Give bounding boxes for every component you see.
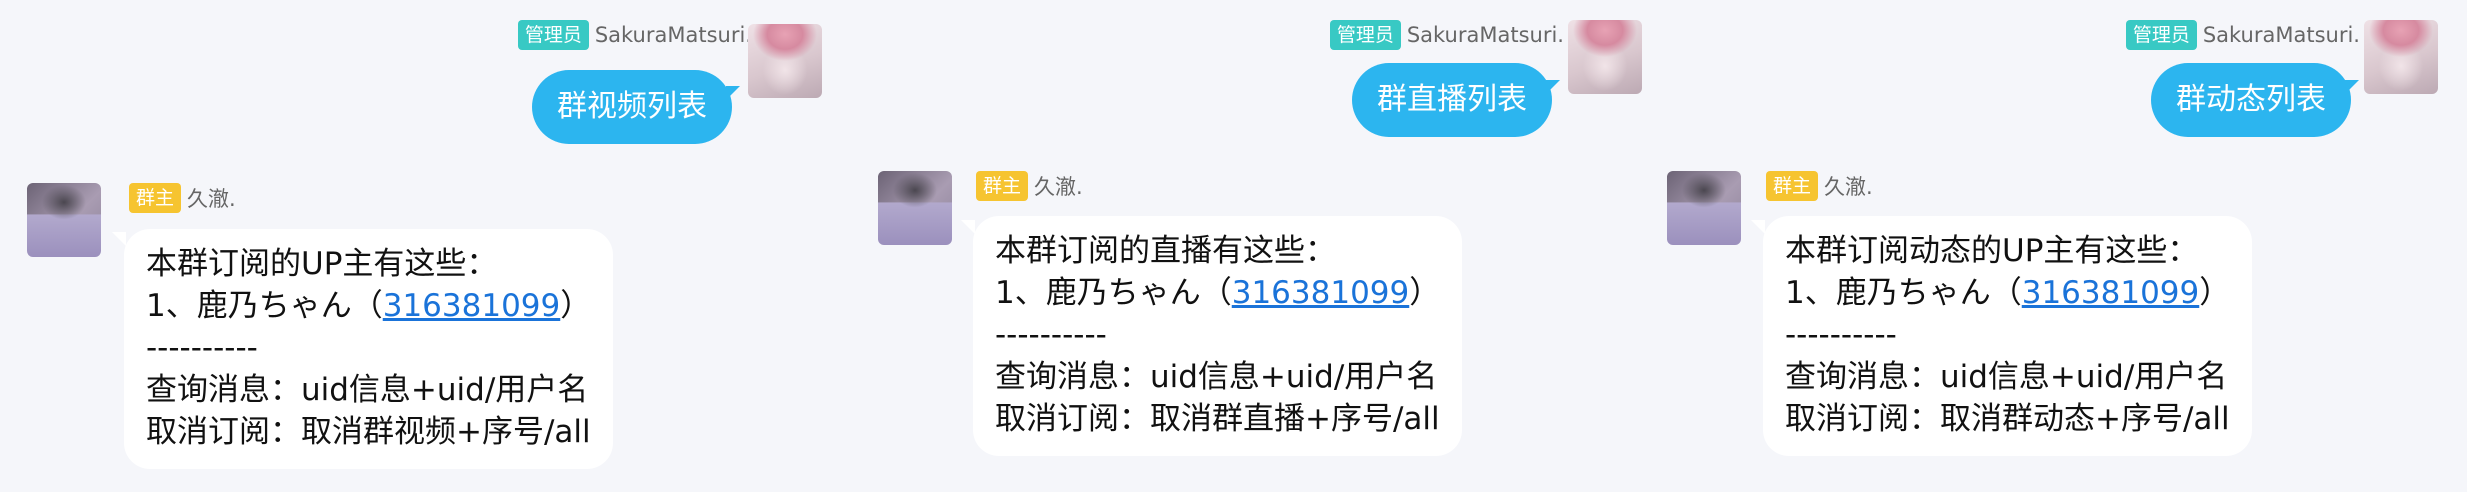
uid-link[interactable]: 316381099: [2022, 275, 2200, 311]
owner-avatar[interactable]: [27, 183, 101, 257]
message-header: 本群订阅的UP主有这些：: [146, 246, 498, 282]
sender-name[interactable]: 久澈.: [1034, 171, 1083, 201]
uid-link[interactable]: 316381099: [383, 288, 561, 324]
owner-badge: 群主: [129, 183, 182, 213]
divider-line: ----------: [1785, 317, 1897, 353]
admin-avatar[interactable]: [1568, 20, 1642, 94]
message-sender-owner: 群主 久澈.: [976, 171, 1083, 201]
admin-badge: 管理员: [1329, 20, 1401, 50]
admin-avatar[interactable]: [2364, 20, 2438, 94]
bubble-tail: [961, 220, 975, 234]
outgoing-message-bubble[interactable]: 群直播列表: [1352, 63, 1552, 137]
chat-panel-live: 管理员 SakuraMatsuri. 群直播列表 群主 久澈. 本群订阅的直播有…: [870, 0, 1670, 492]
incoming-message-bubble[interactable]: 本群订阅的直播有这些： 1、鹿乃ちゃん（316381099） ---------…: [973, 216, 1463, 456]
owner-avatar[interactable]: [878, 171, 952, 245]
subscription-item: 1、鹿乃ちゃん（316381099）: [995, 275, 1441, 311]
message-sender-owner: 群主 久澈.: [1766, 171, 1873, 201]
incoming-message-bubble[interactable]: 本群订阅的UP主有这些： 1、鹿乃ちゃん（316381099） --------…: [124, 229, 614, 469]
sender-name[interactable]: SakuraMatsuri.: [1407, 23, 1564, 47]
query-hint: 查询消息：uid信息+uid/用户名: [995, 359, 1438, 395]
sender-name[interactable]: 久澈.: [1824, 171, 1873, 201]
message-sender-admin: 管理员 SakuraMatsuri.: [2125, 20, 2360, 50]
owner-avatar[interactable]: [1667, 171, 1741, 245]
cancel-hint: 取消订阅：取消群视频+序号/all: [146, 414, 591, 450]
admin-badge: 管理员: [517, 20, 589, 50]
owner-badge: 群主: [1766, 171, 1819, 201]
incoming-message-bubble[interactable]: 本群订阅动态的UP主有这些： 1、鹿乃ちゃん（316381099） ------…: [1763, 216, 2253, 456]
subscription-item: 1、鹿乃ちゃん（316381099）: [146, 288, 592, 324]
cancel-hint: 取消订阅：取消群直播+序号/all: [995, 401, 1440, 437]
subscription-item: 1、鹿乃ちゃん（316381099）: [1785, 275, 2231, 311]
outgoing-message-bubble[interactable]: 群动态列表: [2151, 63, 2351, 137]
bubble-tail: [1751, 220, 1765, 234]
admin-avatar[interactable]: [748, 24, 822, 98]
message-sender-admin: 管理员 SakuraMatsuri.: [517, 20, 752, 50]
divider-line: ----------: [146, 330, 258, 366]
admin-badge: 管理员: [2125, 20, 2197, 50]
uid-link[interactable]: 316381099: [1232, 275, 1410, 311]
owner-badge: 群主: [976, 171, 1029, 201]
chat-panel-dynamic: 管理员 SakuraMatsuri. 群动态列表 群主 久澈. 本群订阅动态的U…: [1660, 0, 2467, 492]
sender-name[interactable]: SakuraMatsuri.: [2203, 23, 2360, 47]
query-hint: 查询消息：uid信息+uid/用户名: [146, 372, 589, 408]
message-header: 本群订阅的直播有这些：: [995, 233, 1336, 269]
divider-line: ----------: [995, 317, 1107, 353]
bubble-tail: [112, 232, 126, 246]
message-sender-owner: 群主 久澈.: [129, 183, 236, 213]
chat-panel-video: 管理员 SakuraMatsuri. 群视频列表 群主 久澈. 本群订阅的UP主…: [0, 0, 870, 492]
bubble-tail: [1546, 80, 1560, 94]
message-sender-admin: 管理员 SakuraMatsuri.: [1329, 20, 1564, 50]
query-hint: 查询消息：uid信息+uid/用户名: [1785, 359, 2228, 395]
sender-name[interactable]: SakuraMatsuri.: [595, 23, 752, 47]
cancel-hint: 取消订阅：取消群动态+序号/all: [1785, 401, 2230, 437]
sender-name[interactable]: 久澈.: [187, 183, 236, 213]
message-header: 本群订阅动态的UP主有这些：: [1785, 233, 2199, 269]
outgoing-message-bubble[interactable]: 群视频列表: [532, 70, 732, 144]
bubble-tail: [726, 86, 740, 100]
